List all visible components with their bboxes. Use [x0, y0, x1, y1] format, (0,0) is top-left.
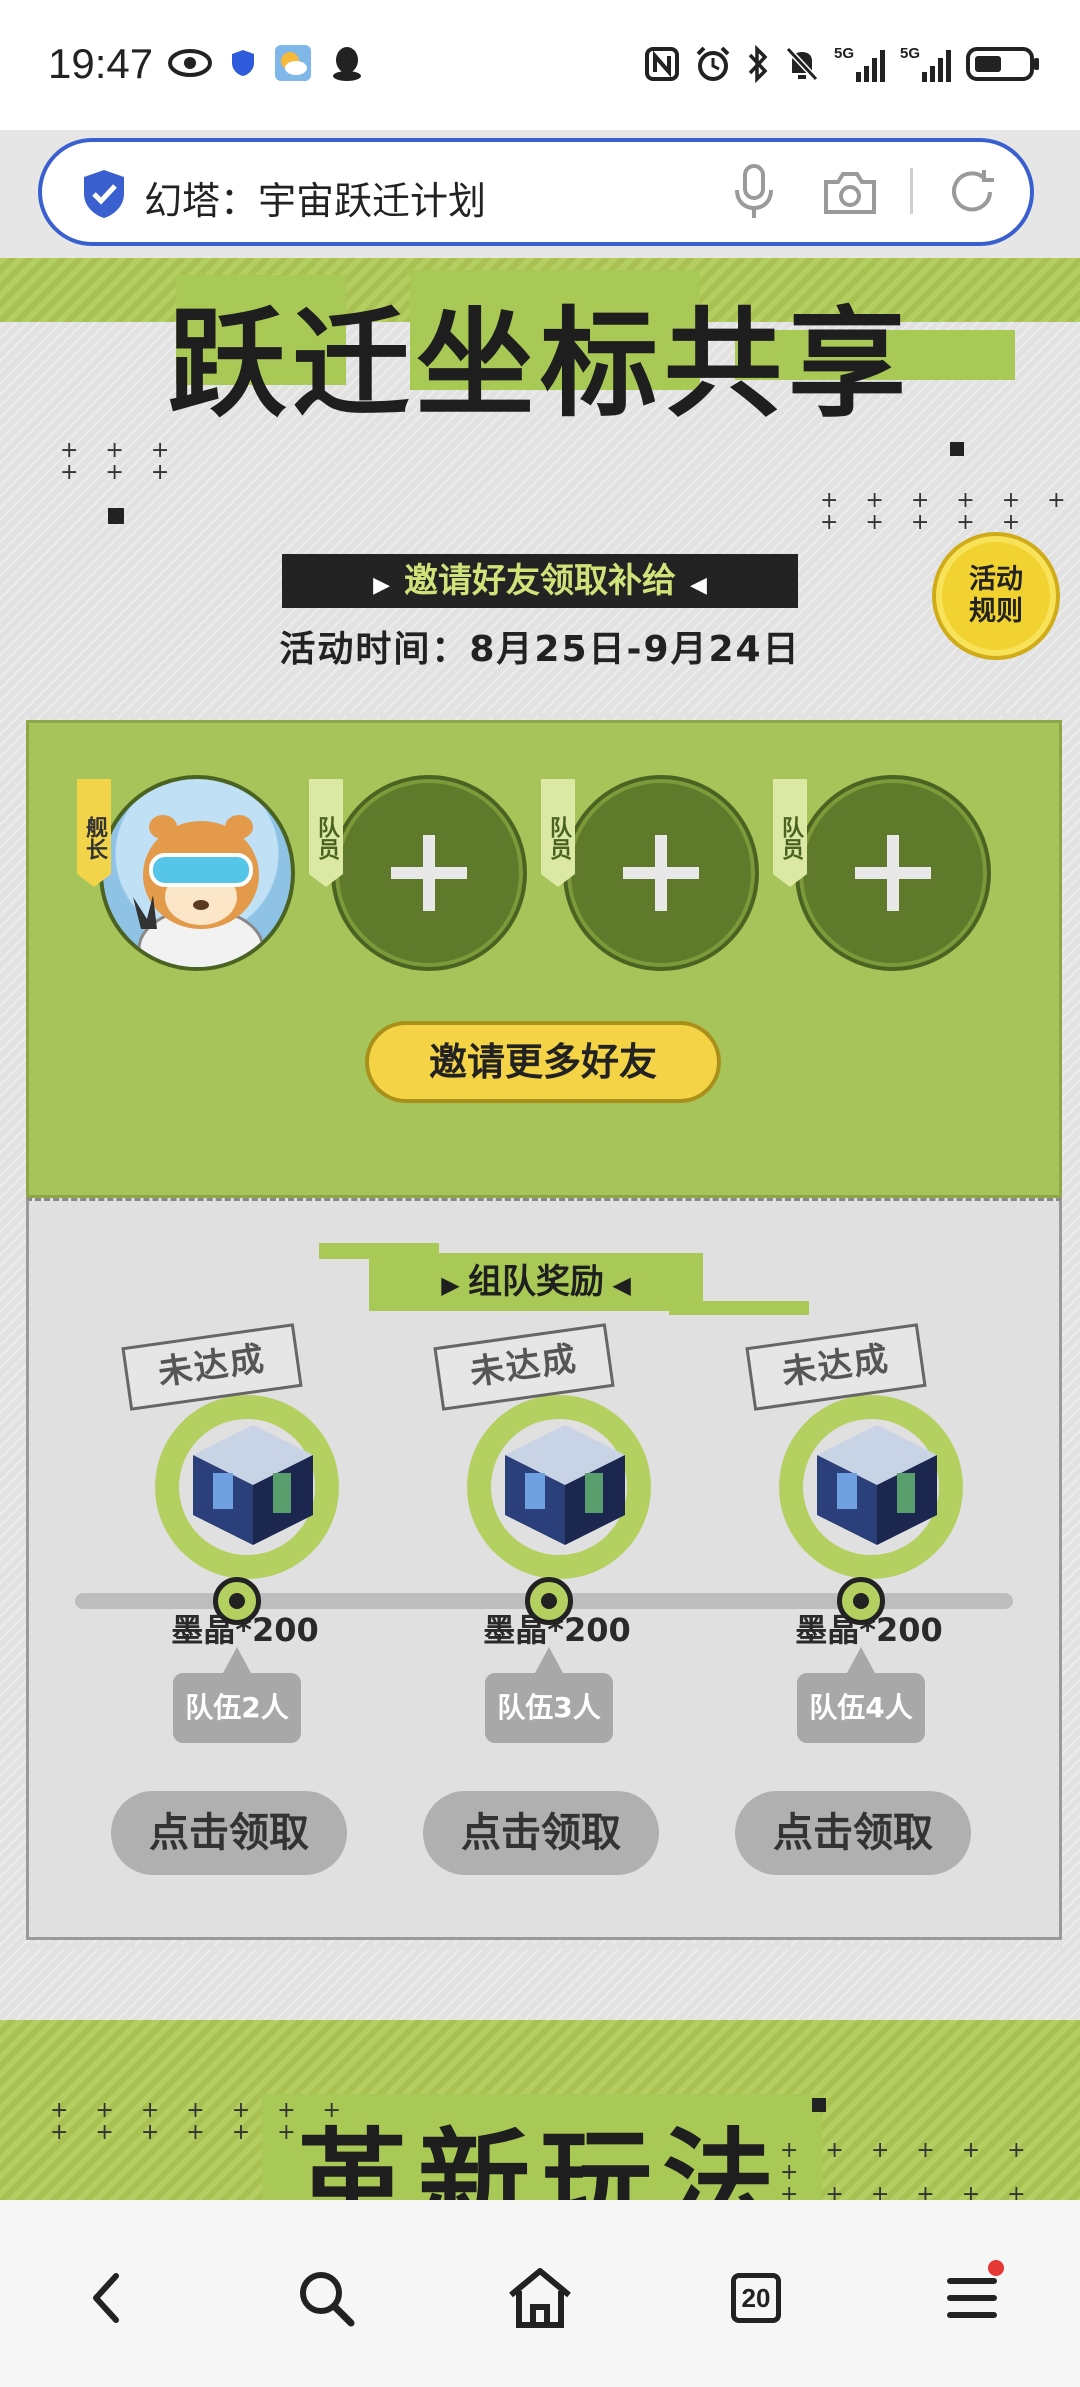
status-left-icons: [168, 44, 364, 82]
status-stamp: 未达成: [745, 1323, 927, 1411]
triangle-left-icon: ◀: [690, 573, 707, 598]
weather-app-icon: [274, 44, 312, 82]
invite-more-friends-button[interactable]: 邀请更多好友: [365, 1021, 721, 1103]
web-page: + + + + + + + + + + + + + + + + + 跃迁坐标共享 ▶…: [0, 258, 1080, 2200]
status-stamp: 未达成: [121, 1323, 303, 1411]
rules-label-line1: 活动: [969, 564, 1023, 595]
status-stamp: 未达成: [433, 1323, 615, 1411]
page-title: 跃迁坐标共享: [167, 295, 912, 433]
member-slot-2[interactable]: 队员: [541, 775, 759, 971]
home-button[interactable]: [500, 2258, 580, 2338]
ink-crystal-cube-icon: [505, 1425, 625, 1545]
section-title: 革新玩法: [296, 2118, 784, 2200]
alarm-icon: [694, 45, 732, 83]
tabs-button[interactable]: 20: [716, 2258, 796, 2338]
eye-icon: [168, 48, 212, 78]
triangle-right-icon: ▶: [373, 573, 390, 598]
back-button[interactable]: [66, 2258, 146, 2338]
address-bar[interactable]: 幻塔：宇宙跃迁计划: [38, 138, 1034, 246]
nfc-icon: [644, 46, 680, 82]
plus-icon: [623, 835, 699, 911]
plus-icon: [855, 835, 931, 911]
search-button[interactable]: [286, 2258, 366, 2338]
claim-button[interactable]: 点击领取: [423, 1791, 659, 1875]
claim-button[interactable]: 点击领取: [111, 1791, 347, 1875]
menu-button[interactable]: [932, 2258, 1012, 2338]
deco-square: [108, 508, 124, 524]
reward-title: ▶ 组队奖励 ◀: [369, 1253, 703, 1311]
progress-node: [213, 1577, 261, 1625]
progress-node: [525, 1577, 573, 1625]
browser-nav-bar: 20: [0, 2200, 1080, 2387]
shield-icon: [230, 48, 256, 78]
search-icon: [300, 2272, 355, 2327]
team-size-label: 队伍3人: [485, 1647, 613, 1743]
bluetooth-icon: [746, 45, 770, 83]
team-panel: 舰长 队员 队员 队员 邀请更多好友: [26, 713, 1062, 1198]
subtitle-text: 邀请好友领取补给: [404, 561, 676, 601]
address-divider: [910, 168, 913, 214]
claim-button[interactable]: 点击领取: [735, 1791, 971, 1875]
member-slot-3[interactable]: 队员: [773, 775, 991, 971]
hamster-astronaut-icon: [133, 815, 265, 967]
notification-dot: [988, 2260, 1004, 2276]
verified-shield-icon: [80, 168, 128, 224]
subtitle-banner: ▶ 邀请好友领取补给 ◀: [282, 554, 798, 608]
status-right-icons: 5G 5G: [644, 44, 1040, 84]
svg-text:5G: 5G: [834, 45, 854, 62]
address-title[interactable]: 幻塔：宇宙跃迁计划: [144, 170, 486, 225]
status-time: 19:47: [48, 40, 154, 87]
tabs-icon: 20: [731, 2273, 781, 2323]
mute-icon: [784, 45, 820, 83]
menu-icon: [947, 2278, 997, 2318]
ink-crystal-cube-icon: [817, 1425, 937, 1545]
member-slot-1[interactable]: 队员: [309, 775, 527, 971]
plus-icon: [391, 835, 467, 911]
rules-label-line2: 规则: [969, 596, 1023, 627]
event-time: 活动时间：8月25日-9月24日: [279, 629, 801, 670]
camera-icon[interactable]: [822, 168, 878, 220]
signal-5g-icon: 5G: [834, 44, 886, 84]
captain-slot[interactable]: 舰长: [77, 775, 295, 971]
status-bar: 19:47 5G 5G: [0, 0, 1080, 130]
qq-icon: [330, 44, 364, 82]
svg-text:5G: 5G: [900, 45, 920, 62]
team-size-label: 队伍2人: [173, 1647, 301, 1743]
role-tag-member: 队员: [773, 779, 807, 887]
progress-node: [837, 1577, 885, 1625]
back-icon: [93, 2273, 119, 2323]
battery-icon: [966, 45, 1040, 83]
ink-crystal-cube-icon: [193, 1425, 313, 1545]
microphone-icon[interactable]: [732, 164, 776, 224]
plus-decoration: + + + + + +: [60, 438, 180, 485]
home-icon: [509, 2268, 571, 2328]
team-size-label: 队伍4人: [797, 1647, 925, 1743]
role-tag-member: 队员: [541, 779, 575, 887]
reward-panel: ▶ 组队奖励 ◀ 未达成 墨晶*200 未达成 墨晶*200 未达成 墨晶*20…: [26, 1198, 1062, 1949]
reward-title-text: 组队奖励: [468, 1262, 604, 1302]
plus-decoration: + + + + + + + + + + +: [820, 488, 1076, 535]
triangle-left-icon: ◀: [604, 1271, 631, 1299]
role-tag-captain: 舰长: [77, 779, 111, 887]
rules-button[interactable]: 活动 规则: [932, 532, 1060, 660]
deco-square: [950, 442, 964, 456]
captain-avatar: [99, 775, 295, 971]
triangle-right-icon: ▶: [441, 1271, 468, 1299]
reload-icon[interactable]: [946, 166, 998, 222]
role-tag-member: 队员: [309, 779, 343, 887]
signal-5g-icon: 5G: [900, 44, 952, 84]
next-section: + + + + + + + + + + + + + + + + + + + + + …: [0, 2020, 1080, 2200]
